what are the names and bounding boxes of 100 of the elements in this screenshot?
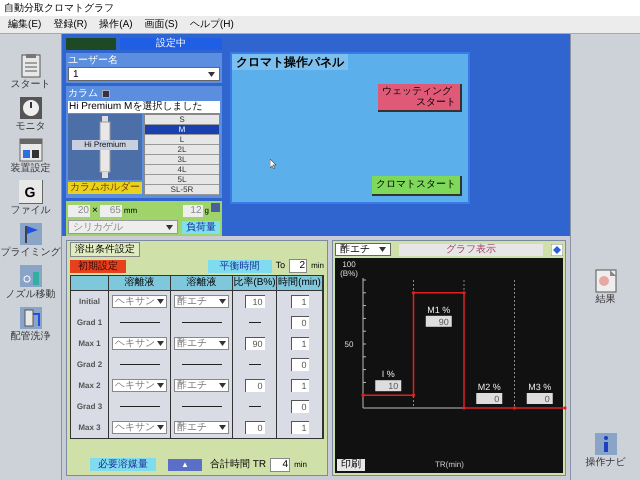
axis-label: (B%) bbox=[340, 269, 358, 278]
toolbar-button[interactable]: スタート bbox=[10, 54, 50, 90]
value-field[interactable]: 0 bbox=[290, 358, 308, 371]
dropdown-caret-icon bbox=[219, 299, 226, 304]
toolbar-button[interactable]: 配管洗浄 bbox=[10, 306, 50, 342]
value-field: 10 bbox=[375, 380, 402, 392]
size-option[interactable]: L bbox=[145, 135, 219, 145]
chromato-start-button[interactable]: クロマトスタート bbox=[372, 176, 462, 196]
value-field[interactable]: 0 bbox=[244, 379, 264, 392]
status-label: 設定中 bbox=[120, 38, 222, 50]
dropdown-caret-icon bbox=[208, 72, 215, 76]
dropdown-caret-icon bbox=[157, 341, 164, 346]
toolbar-button[interactable]: G ファイル bbox=[10, 180, 50, 216]
value-field[interactable]: 0 bbox=[290, 316, 308, 329]
user-dropdown[interactable]: 1 bbox=[68, 67, 220, 81]
unit-label: min bbox=[311, 260, 324, 272]
diamond-icon[interactable] bbox=[551, 244, 563, 256]
value-field: 0 bbox=[476, 393, 502, 404]
size-option[interactable]: 3L bbox=[145, 155, 219, 165]
row-label: Max 2 bbox=[71, 375, 109, 396]
unit-label: g bbox=[204, 204, 209, 216]
value-field[interactable]: 1 bbox=[290, 421, 308, 434]
window-title: 自動分取クロマトグラフ bbox=[4, 2, 114, 16]
solvent-dropdown[interactable]: 酢エチ bbox=[174, 337, 229, 350]
solvent-dropdown[interactable]: 酢エチ bbox=[174, 421, 229, 434]
toolbar-button[interactable]: 結果 bbox=[594, 269, 618, 305]
value-field[interactable]: 90 bbox=[244, 337, 264, 350]
column-header: 溶離液 bbox=[109, 276, 171, 291]
menu-item[interactable]: 操作(A) bbox=[99, 17, 133, 32]
axis-label: 50 bbox=[344, 340, 354, 349]
solvent-dropdown[interactable]: 酢エチ bbox=[174, 379, 229, 392]
solvent-dropdown[interactable]: 酢エチ bbox=[174, 295, 229, 308]
value-field: 90 bbox=[426, 316, 452, 327]
dropdown-caret-icon bbox=[157, 299, 164, 304]
total-time-label: 合計時間 TR bbox=[210, 458, 266, 472]
axis-label: 100 bbox=[342, 260, 356, 269]
solvent-dropdown[interactable]: ヘキサン bbox=[112, 295, 167, 308]
status-indicator bbox=[66, 38, 116, 50]
panel-title: クロマト操作パネル bbox=[232, 54, 348, 70]
menu-item[interactable]: ヘルプ(H) bbox=[190, 17, 234, 32]
point-label: I % bbox=[382, 369, 395, 380]
solvent-dropdown[interactable]: ヘキサン bbox=[112, 379, 167, 392]
toolbar-button[interactable]: 装置設定 bbox=[10, 138, 50, 174]
row-label: Grad 2 bbox=[71, 354, 109, 375]
toggle-icon[interactable] bbox=[102, 90, 110, 98]
value-field[interactable]: 0 bbox=[290, 400, 308, 413]
value-field[interactable]: 0 bbox=[244, 421, 264, 434]
value-field[interactable]: 1 bbox=[290, 379, 308, 392]
to-field[interactable]: 2 bbox=[289, 259, 308, 273]
solvent-amount-button[interactable]: 必要溶媒量 bbox=[90, 458, 156, 471]
unit-label: mm bbox=[124, 204, 138, 216]
times-sign: × bbox=[92, 204, 98, 218]
value-field[interactable]: 10 bbox=[244, 295, 264, 308]
load-button[interactable]: 負荷量 bbox=[182, 220, 220, 234]
size-option[interactable]: 4L bbox=[145, 165, 219, 175]
size-option[interactable]: 5L bbox=[145, 175, 219, 185]
print-button[interactable]: 印刷 bbox=[337, 459, 365, 471]
elution-tab[interactable]: 溶出条件設定 bbox=[70, 242, 140, 257]
axis-title: TR(min) bbox=[435, 459, 464, 471]
toolbar-button[interactable]: プライミング bbox=[0, 222, 60, 258]
unit-label: min bbox=[294, 458, 307, 470]
menu-item[interactable]: 画面(S) bbox=[144, 17, 178, 32]
toolbar-button[interactable]: ノズル移動 bbox=[6, 264, 56, 300]
dropdown-caret-icon bbox=[219, 383, 226, 388]
equilibration-time-button[interactable]: 平衡時間 bbox=[208, 260, 272, 272]
to-label: To bbox=[276, 259, 286, 272]
wetting-start-button[interactable]: ウェッティング スタート bbox=[378, 84, 462, 112]
dropdown-caret-icon bbox=[166, 224, 173, 230]
toolbar-button[interactable]: モニタ bbox=[16, 96, 46, 132]
value-field[interactable]: 1 bbox=[290, 295, 308, 308]
picture-icon bbox=[594, 269, 618, 293]
solvent-dropdown[interactable]: ヘキサン bbox=[112, 337, 167, 350]
size-option[interactable]: M bbox=[145, 125, 219, 135]
solvent-dropdown[interactable]: ヘキサン bbox=[112, 421, 167, 434]
solvent-dropdown[interactable]: 酢エチ bbox=[335, 243, 391, 256]
scroll-up-button[interactable]: ▲ bbox=[168, 458, 202, 470]
point-label: M3 % bbox=[528, 382, 552, 392]
column-header: 時間(min) bbox=[277, 276, 323, 291]
holder-button[interactable]: カラムホルダー bbox=[68, 182, 142, 194]
gauge-icon bbox=[18, 96, 42, 120]
mouse-cursor-icon bbox=[270, 159, 277, 169]
size-option[interactable]: 2L bbox=[145, 145, 219, 155]
size-option[interactable]: SL-5R bbox=[145, 185, 219, 195]
value-field: 0 bbox=[526, 393, 553, 404]
document-icon bbox=[18, 54, 42, 78]
toolbar-button[interactable]: 操作ナビ bbox=[586, 432, 626, 468]
window-icon bbox=[18, 138, 42, 162]
column-header: 溶離液 bbox=[171, 276, 233, 291]
value-field[interactable]: 1 bbox=[290, 337, 308, 350]
column-header: 比率(B%) bbox=[233, 276, 277, 291]
dropdown-caret-icon bbox=[219, 341, 226, 346]
pipe-icon bbox=[18, 306, 42, 330]
row-label: Grad 1 bbox=[71, 312, 109, 333]
total-time-field[interactable]: 4 bbox=[270, 458, 290, 472]
initial-settings-button[interactable]: 初期設定 bbox=[70, 260, 126, 272]
flag-icon bbox=[18, 222, 42, 246]
menu-item[interactable]: 登録(R) bbox=[53, 17, 88, 32]
column-title: カラム bbox=[68, 88, 98, 100]
row-label: Grad 3 bbox=[71, 396, 109, 417]
menu-item[interactable]: 編集(E) bbox=[8, 17, 42, 32]
